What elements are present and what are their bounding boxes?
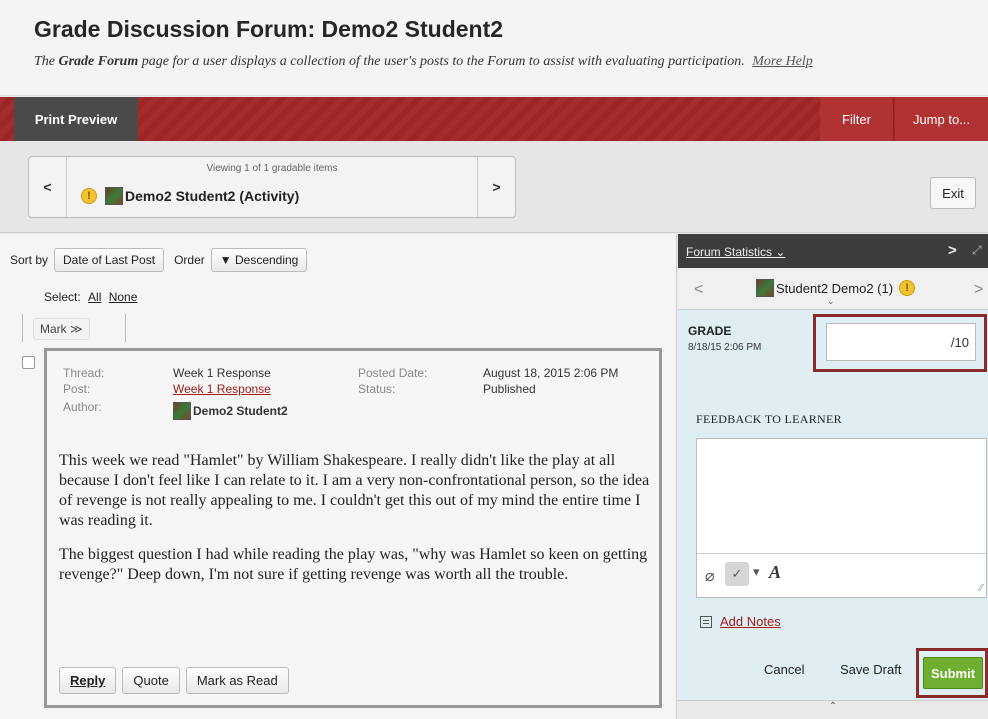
meta-row: Post: Week 1 Response Status: Published [63, 381, 668, 397]
resize-grip-icon[interactable]: ⁄⁄ [980, 583, 983, 594]
post-label: Post: [63, 382, 91, 396]
order-label: Order [174, 253, 205, 267]
alert-icon: ! [899, 280, 916, 296]
expand-icon[interactable]: ⤢ [972, 243, 982, 258]
chevron-up-icon: ⌃ [828, 701, 838, 712]
status-value: Published [483, 382, 536, 396]
mark-bar: Mark ≫ [22, 314, 126, 342]
post-link[interactable]: Week 1 Response [173, 382, 271, 396]
feedback-label: FEEDBACK TO LEARNER [696, 412, 842, 426]
exit-button[interactable]: Exit [930, 177, 976, 209]
current-user: ! Demo2 Student2 (Activity) [81, 187, 299, 205]
post-paragraph: The biggest question I had while reading… [59, 546, 648, 583]
status-label: Status: [358, 382, 396, 396]
sort-bar: Sort by Date of Last Post Order ▼ Descen… [10, 248, 308, 272]
avatar [173, 402, 191, 420]
filter-button[interactable]: Filter [820, 97, 894, 141]
author-value: Demo2 Student2 [173, 402, 288, 420]
font-icon[interactable]: A [769, 562, 781, 583]
previous-user-button[interactable]: < [694, 281, 703, 299]
mark-button[interactable]: Mark ≫ [33, 318, 90, 340]
viewing-count: Viewing 1 of 1 gradable items [206, 163, 338, 174]
submit-highlight: Submit [916, 648, 988, 698]
subtitle-pre: The [34, 54, 59, 69]
user-navigator: < Student2 Demo2 (1) ! ⌄ > [678, 268, 988, 310]
print-preview-button[interactable]: Print Preview [14, 97, 138, 141]
grade-input[interactable]: /10 [826, 323, 976, 361]
add-notes-link[interactable]: Add Notes [720, 614, 781, 629]
avatar [756, 279, 774, 297]
post-paragraph: This week we read "Hamlet" by William Sh… [59, 452, 650, 529]
page-subtitle: The Grade Forum page for a user displays… [34, 54, 813, 70]
grading-actions: Cancel Save Draft Submit [678, 648, 988, 698]
post-link-cell: Week 1 Response [173, 382, 358, 396]
post-actions: Reply Quote Mark as Read [59, 667, 289, 694]
next-panel-button[interactable]: > [948, 242, 957, 259]
more-help-link[interactable]: More Help [752, 54, 813, 69]
item-navigator: < Viewing 1 of 1 gradable items ! Demo2 … [28, 156, 516, 218]
select-all-link[interactable]: All [88, 290, 101, 304]
select-label: Select: [44, 290, 81, 304]
reply-button[interactable]: Reply [59, 667, 117, 694]
avatar [105, 187, 123, 205]
next-user-button[interactable]: > [974, 281, 983, 299]
post-body: This week we read "Hamlet" by William Sh… [59, 451, 651, 599]
selected-user[interactable]: Student2 Demo2 (1) ! [756, 279, 916, 297]
grading-panel: Forum Statistics ⌄ > ⤢ < Student2 Demo2 … [678, 234, 988, 719]
submit-button[interactable]: Submit [923, 657, 983, 689]
posted-date-value: August 18, 2015 2:06 PM [483, 366, 619, 380]
page-title: Grade Discussion Forum: Demo2 Student2 [34, 16, 504, 42]
meta-row: Author: Demo2 Student2 [63, 399, 668, 420]
jump-to-button[interactable]: Jump to... [895, 97, 988, 141]
feedback-editor[interactable]: ⌀ ✓ ▾ A ⁄⁄ [696, 438, 987, 598]
subtitle-bold: Grade Forum [58, 54, 139, 69]
paperclip-icon[interactable]: ⌀ [705, 566, 715, 586]
chevron-down-icon[interactable]: ▾ [753, 564, 760, 580]
page-header: Grade Discussion Forum: Demo2 Student2 T… [0, 0, 988, 96]
add-notes[interactable]: Add Notes [700, 614, 781, 629]
alert-icon: ! [81, 188, 97, 204]
selected-user-label: Student2 Demo2 (1) [776, 280, 894, 296]
subtitle-post: page for a user displays a collection of… [138, 54, 745, 69]
meta-row: Thread: Week 1 Response Posted Date: Aug… [63, 365, 668, 381]
select-row: Select: All None [44, 290, 137, 304]
order-select[interactable]: ▼ Descending [210, 248, 308, 272]
notes-icon [700, 615, 712, 628]
grade-highlight: /10 [813, 314, 987, 372]
page: Grade Discussion Forum: Demo2 Student2 T… [0, 0, 988, 719]
chevron-down-icon[interactable]: ⌄ [827, 296, 835, 307]
author-label: Author: [63, 400, 102, 414]
sort-by-select[interactable]: Date of Last Post [54, 248, 165, 272]
action-bar: Print Preview Filter Jump to... [0, 97, 988, 141]
current-user-label: Demo2 Student2 (Activity) [125, 188, 300, 204]
previous-item-button[interactable]: < [29, 157, 67, 217]
post-checkbox[interactable] [22, 356, 35, 369]
save-draft-button[interactable]: Save Draft [840, 662, 901, 677]
collapse-toggle[interactable]: ⌃ [678, 700, 988, 719]
thread-label: Thread: [63, 366, 105, 380]
author-name: Demo2 Student2 [193, 404, 288, 418]
post-meta: Thread: Week 1 Response Posted Date: Aug… [63, 365, 668, 420]
grade-label: GRADE [688, 324, 732, 338]
forum-statistics-link[interactable]: Forum Statistics ⌄ [686, 245, 785, 259]
grade-date: 8/18/15 2:06 PM [688, 342, 762, 353]
thread-value: Week 1 Response [173, 366, 271, 380]
cancel-button[interactable]: Cancel [764, 662, 804, 677]
posts-panel: Sort by Date of Last Post Order ▼ Descen… [0, 234, 677, 719]
posted-date-label: Posted Date: [358, 366, 428, 380]
editor-toolbar: ⌀ ✓ ▾ A ⁄⁄ [697, 553, 986, 597]
post-card: Thread: Week 1 Response Posted Date: Aug… [44, 348, 662, 708]
viewer-area: < Viewing 1 of 1 gradable items ! Demo2 … [0, 141, 988, 233]
grading-panel-header: Forum Statistics ⌄ > ⤢ [678, 234, 988, 268]
mark-as-read-button[interactable]: Mark as Read [185, 667, 289, 694]
next-item-button[interactable]: > [477, 157, 515, 217]
quote-button[interactable]: Quote [122, 667, 180, 694]
spellcheck-icon[interactable]: ✓ [725, 562, 749, 586]
sort-by-label: Sort by [10, 253, 49, 267]
grade-max: /10 [950, 334, 969, 350]
select-none-link[interactable]: None [109, 290, 138, 304]
